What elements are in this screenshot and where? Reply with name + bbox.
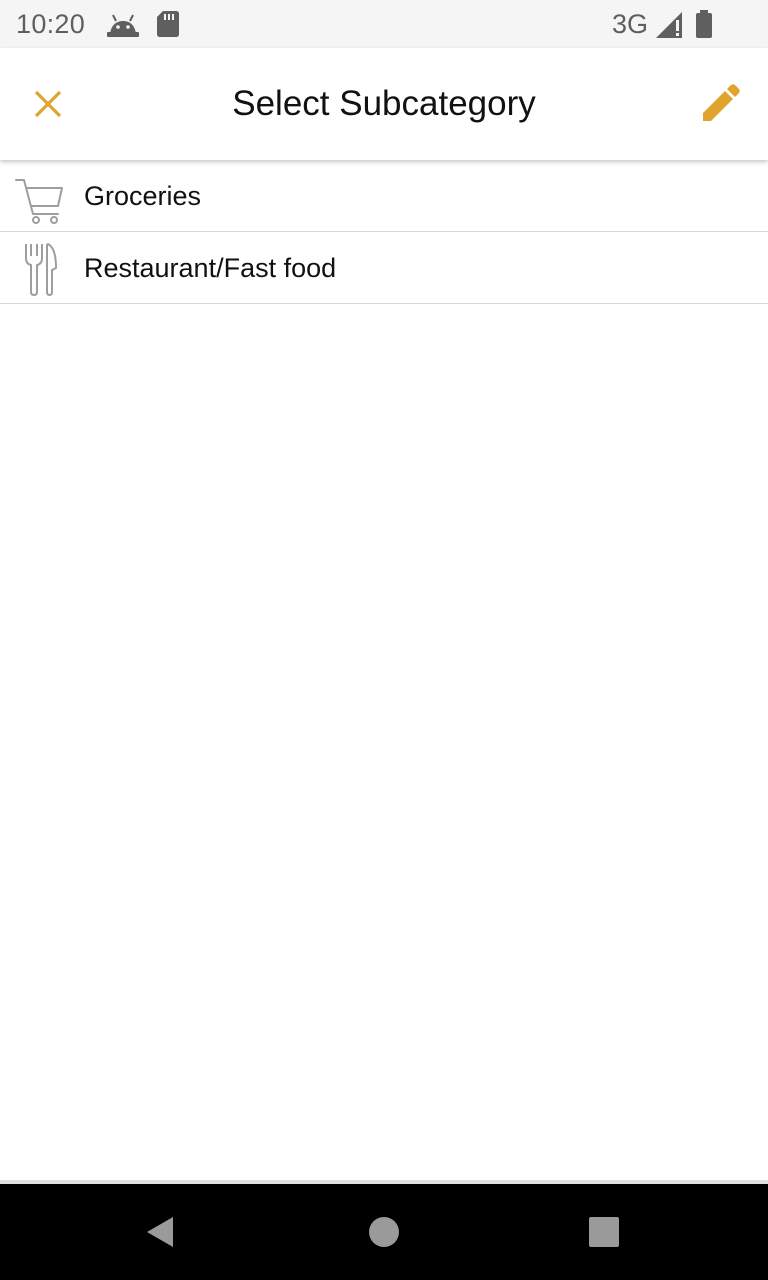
back-icon — [147, 1217, 173, 1247]
list-item-restaurant-fast-food[interactable]: Restaurant/Fast food — [0, 232, 768, 304]
signal-icon — [656, 12, 682, 38]
recents-button[interactable] — [572, 1202, 636, 1262]
status-time: 10:20 — [16, 9, 86, 39]
fork-knife-icon — [25, 243, 57, 296]
screen: 10:20 3G Select Subcategory Groceries Re… — [0, 0, 768, 1280]
shopping-cart-icon — [15, 179, 63, 224]
recents-icon — [589, 1217, 619, 1247]
edit-button[interactable] — [688, 72, 752, 136]
sd-card-icon — [157, 11, 179, 37]
back-button[interactable] — [128, 1202, 192, 1262]
subcategory-list: Groceries Restaurant/Fast food — [0, 160, 768, 304]
navigation-bar — [0, 1184, 768, 1280]
network-type: 3G — [612, 9, 649, 39]
home-button[interactable] — [352, 1202, 416, 1262]
android-debug-icon — [107, 14, 139, 37]
app-bar: Select Subcategory — [0, 48, 768, 160]
home-icon — [369, 1217, 399, 1247]
page-title: Select Subcategory — [232, 84, 536, 123]
battery-icon — [696, 10, 712, 38]
list-item-label: Restaurant/Fast food — [84, 253, 337, 283]
status-bar: 10:20 3G — [0, 0, 768, 48]
list-item-groceries[interactable]: Groceries — [0, 160, 768, 232]
pencil-icon — [703, 84, 740, 121]
list-item-label: Groceries — [84, 181, 202, 211]
